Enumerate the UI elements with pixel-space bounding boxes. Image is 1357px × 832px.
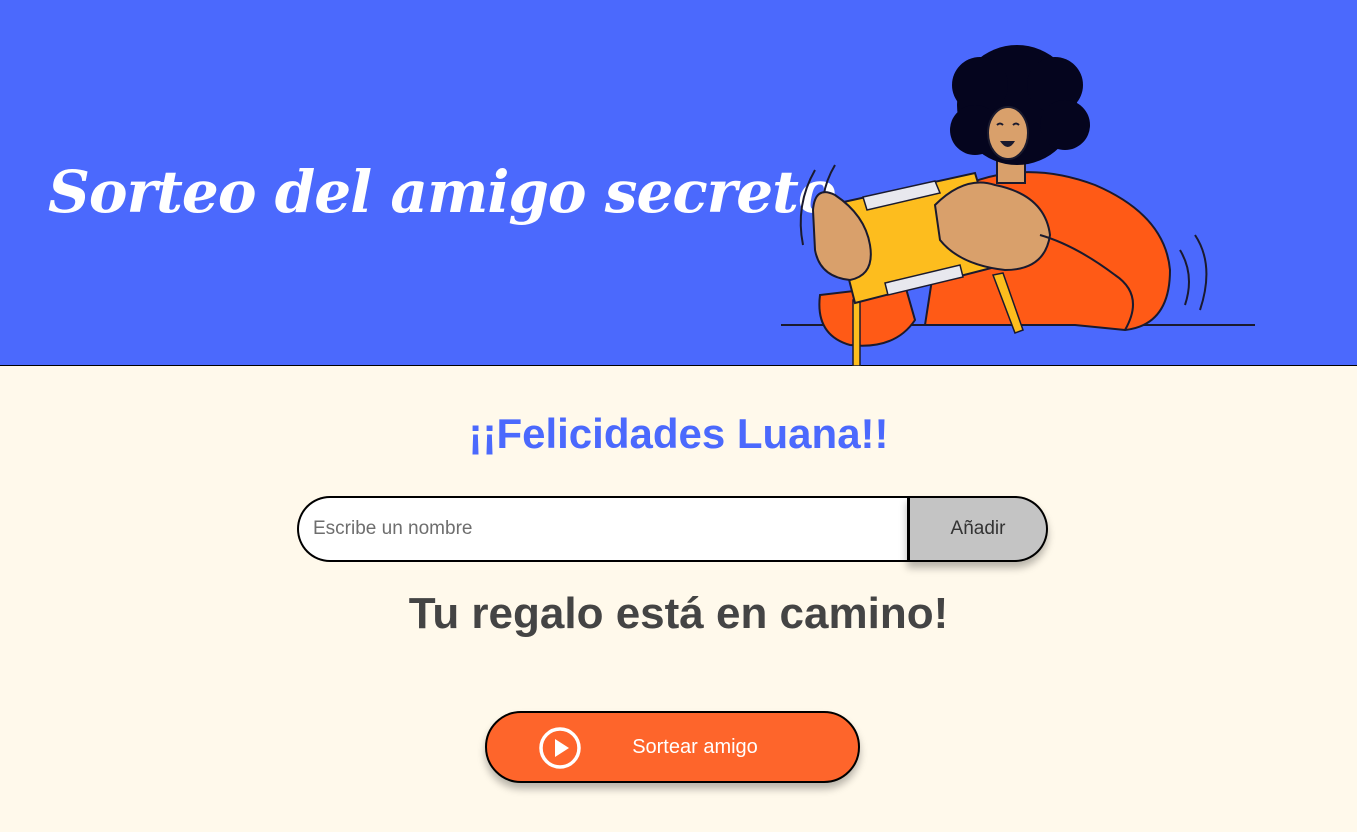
page-title: Sorteo del amigo secreto [48, 158, 837, 226]
header-banner: Sorteo del amigo secreto [0, 0, 1357, 366]
draw-friend-button[interactable]: Sortear amigo [485, 711, 860, 783]
draw-button-label: Sortear amigo [632, 736, 758, 758]
name-input[interactable] [297, 496, 907, 562]
congrats-heading: ¡¡Felicidades Luana!! [468, 410, 889, 457]
add-button[interactable]: Añadir [907, 496, 1048, 562]
name-input-group: Añadir [297, 496, 1048, 562]
person-holding-gift-illustration [781, 45, 1255, 366]
result-message: Tu regalo está en camino! [408, 589, 949, 638]
main-content: ¡¡Felicidades Luana!! Añadir Tu regalo e… [0, 366, 1357, 832]
play-circle-icon [539, 727, 581, 769]
